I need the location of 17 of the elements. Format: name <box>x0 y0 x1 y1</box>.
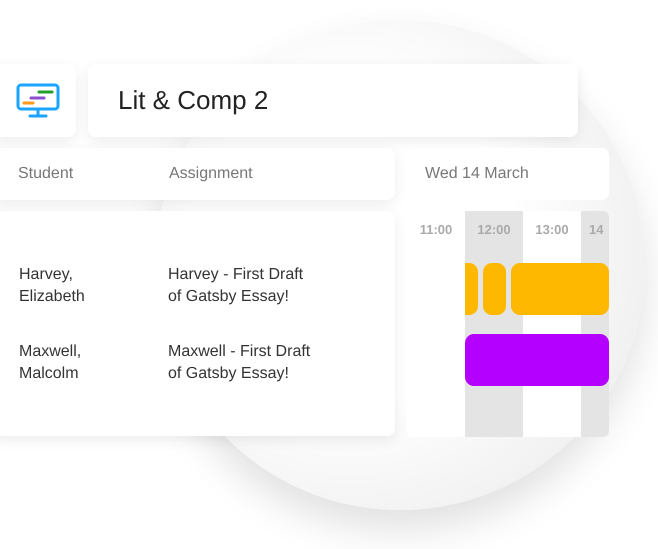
hour-label: 12:00 <box>477 221 511 239</box>
class-title: Lit & Comp 2 <box>118 84 268 117</box>
table-cell-text: Maxwell - First Draft of Gatsby Essay! <box>168 342 310 384</box>
table-cell-text: Maxwell, Malcolm <box>19 342 82 384</box>
monitor-chart-icon <box>16 82 60 118</box>
schedule-bar[interactable] <box>511 263 609 315</box>
schedule-bar[interactable] <box>465 263 478 315</box>
column-header: Student <box>18 164 74 184</box>
hour-label: 14 <box>589 221 604 239</box>
hour-label: 11:00 <box>420 221 452 239</box>
schedule-bar[interactable] <box>483 263 506 315</box>
table-cell-text: Harvey, Elizabeth <box>19 265 86 307</box>
date-label: Wed 14 March <box>425 164 529 184</box>
column-header: Assignment <box>169 164 253 184</box>
table-cell-text: Harvey - First Draft of Gatsby Essay! <box>168 265 304 307</box>
schedule-bar[interactable] <box>465 334 609 386</box>
hour-label: 13:00 <box>535 221 569 239</box>
